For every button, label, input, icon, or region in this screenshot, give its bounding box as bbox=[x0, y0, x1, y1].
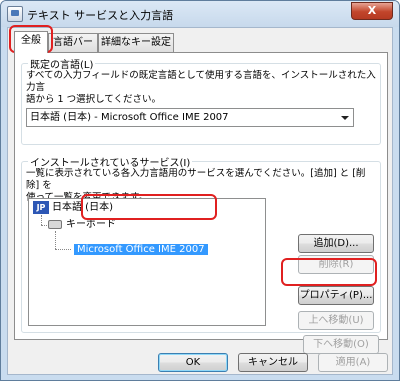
dialog-window: テキスト サービスと入力言語 X 全般 言語バー 詳細なキー設定 既定の言語(L… bbox=[0, 0, 400, 381]
window-title: テキスト サービスと入力言語 bbox=[27, 9, 174, 22]
properties-button[interactable]: プロパティ(P)... bbox=[298, 286, 374, 305]
default-language-value: 日本語 (日本) - Microsoft Office IME 2007 bbox=[30, 112, 229, 123]
installed-services-description-line1: 一覧に表示されている各入力言語用のサービスを選んでください。[追加] と [削除… bbox=[26, 168, 366, 191]
tab-advanced-key-settings[interactable]: 詳細なキー設定 bbox=[98, 33, 174, 52]
tree-item-japanese[interactable]: JP 日本語 (日本) bbox=[33, 201, 113, 214]
ok-button[interactable]: OK bbox=[158, 353, 228, 372]
title-bar[interactable]: テキスト サービスと入力言語 X bbox=[1, 1, 399, 27]
cancel-button[interactable]: キャンセル bbox=[238, 353, 308, 372]
language-jp-icon: JP bbox=[33, 201, 49, 214]
services-tree[interactable]: JP 日本語 (日本) キーボード Microsoft Office IME 20… bbox=[28, 198, 266, 326]
default-language-group: 既定の言語(L) すべての入力フィールドの既定言語として使用する言語を、インスト… bbox=[21, 56, 381, 145]
dialog-client-area: 全般 言語バー 詳細なキー設定 既定の言語(L) すべての入力フィールドの既定言… bbox=[7, 27, 393, 375]
move-down-button[interactable]: 下へ移動(O) bbox=[303, 335, 379, 354]
default-language-description-line2: 語から 1 つ選択してください。 bbox=[26, 94, 162, 105]
app-icon bbox=[7, 6, 23, 22]
apply-button[interactable]: 適用(A) bbox=[318, 353, 388, 372]
default-language-label: 既定の言語(L) bbox=[28, 56, 96, 71]
default-language-description: すべての入力フィールドの既定言語として使用する言語を、インストールされた入力言 … bbox=[26, 70, 378, 106]
chevron-down-icon bbox=[341, 116, 349, 120]
tab-general[interactable]: 全般 bbox=[14, 31, 48, 53]
tab-panel-general: 既定の言語(L) すべての入力フィールドの既定言語として使用する言語を、インスト… bbox=[14, 52, 388, 354]
tree-item-japanese-label: 日本語 (日本) bbox=[52, 202, 113, 213]
tree-item-ime[interactable]: Microsoft Office IME 2007 bbox=[74, 243, 208, 256]
remove-button[interactable]: 削除(R) bbox=[298, 255, 374, 274]
installed-services-group: インストールされているサービス(I) 一覧に表示されている各入力言語用のサービス… bbox=[21, 154, 381, 333]
installed-services-label: インストールされているサービス(I) bbox=[28, 154, 193, 169]
default-language-description-line1: すべての入力フィールドの既定言語として使用する言語を、インストールされた入力言 bbox=[26, 70, 376, 93]
tab-language-bar[interactable]: 言語バー bbox=[48, 33, 98, 52]
tree-item-keyboard[interactable]: キーボード bbox=[48, 218, 116, 231]
tree-item-ime-label: Microsoft Office IME 2007 bbox=[74, 244, 208, 255]
default-language-dropdown[interactable]: 日本語 (日本) - Microsoft Office IME 2007 bbox=[26, 108, 354, 127]
move-up-button[interactable]: 上へ移動(U) bbox=[298, 311, 374, 330]
keyboard-icon bbox=[48, 220, 62, 229]
add-button[interactable]: 追加(D)... bbox=[298, 234, 374, 253]
tree-item-keyboard-label: キーボード bbox=[66, 219, 116, 230]
close-button[interactable]: X bbox=[351, 2, 393, 20]
